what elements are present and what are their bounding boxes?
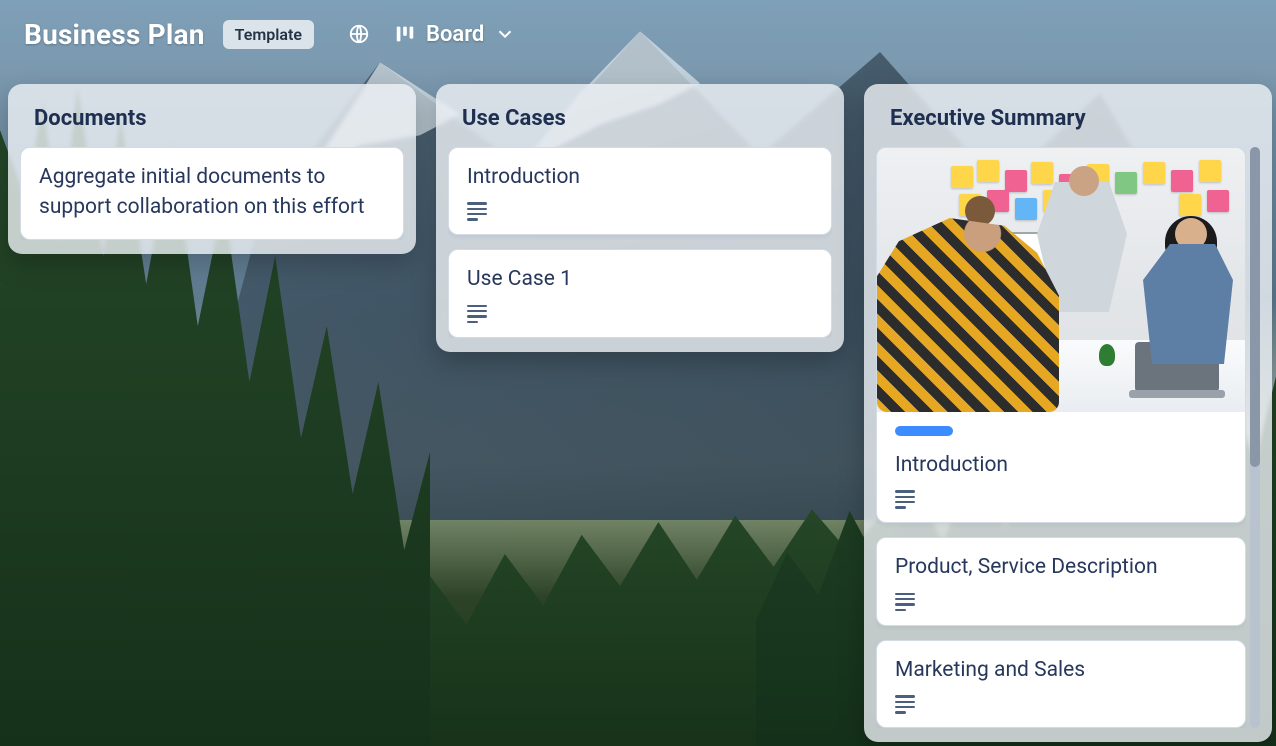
board-header: Business Plan Template Board (0, 0, 1276, 68)
board-card[interactable]: Introduction (876, 147, 1246, 523)
list-scrollbar[interactable] (1250, 147, 1260, 728)
list-title[interactable]: Executive Summary (876, 98, 1260, 133)
chevron-down-icon (494, 23, 516, 45)
description-icon (467, 202, 487, 218)
card-title: Introduction (467, 162, 813, 192)
card-title: Introduction (895, 450, 1227, 480)
board-lists: Documents Aggregate initial docu (0, 68, 1276, 746)
view-label: Board (426, 22, 484, 47)
card-title: Use Case 1 (467, 264, 813, 294)
list-title[interactable]: Documents (20, 98, 404, 133)
board-card[interactable]: Marketing and Sales (876, 640, 1246, 728)
board-list[interactable]: Documents Aggregate initial docu (8, 84, 416, 254)
list-title[interactable]: Use Cases (448, 98, 832, 133)
template-chip[interactable]: Template (223, 20, 314, 49)
visibility-button[interactable] (348, 23, 370, 45)
board-card[interactable]: Use Case 1 (448, 249, 832, 337)
description-icon (467, 305, 487, 321)
board-title[interactable]: Business Plan (24, 18, 205, 51)
card-label[interactable] (895, 426, 953, 436)
view-switcher[interactable]: Board (394, 22, 516, 47)
board-card[interactable]: Introduction (448, 147, 832, 235)
card-title: Product, Service Description (895, 552, 1227, 582)
board-icon (394, 23, 416, 45)
board-card[interactable]: Aggregate initial documents to support c… (20, 147, 404, 240)
card-cover-image (877, 148, 1245, 412)
globe-icon (348, 23, 370, 45)
card-title: Marketing and Sales (895, 655, 1227, 685)
description-icon (895, 593, 915, 609)
card-title: Aggregate initial documents to support c… (39, 162, 385, 223)
description-icon (895, 490, 915, 506)
board-list[interactable]: Executive Summary Introduction (864, 84, 1272, 742)
description-icon (895, 695, 915, 711)
board-list[interactable]: Use Cases Introduction (436, 84, 844, 352)
board-card[interactable]: Product, Service Description (876, 537, 1246, 625)
